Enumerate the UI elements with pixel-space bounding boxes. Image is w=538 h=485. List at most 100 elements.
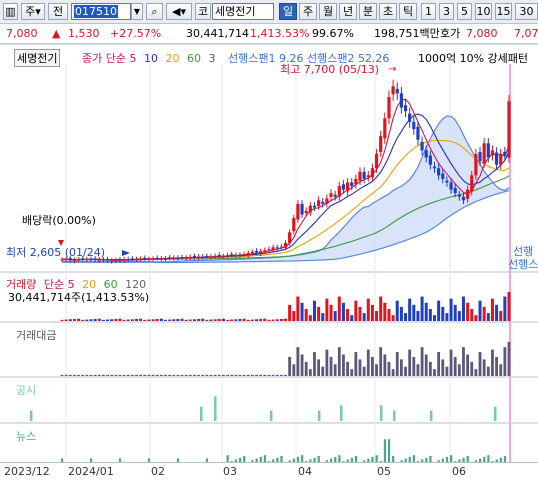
candle-body [507,101,511,158]
volume-bar [424,302,428,321]
candle-body [168,257,172,259]
volume-bar [329,304,333,321]
amount-bar [101,374,105,376]
candle-body [437,168,441,176]
amount-bar [118,374,122,376]
stock-chart-canvas[interactable]: → [0,0,538,484]
amount-bar [404,366,407,376]
candle-body [345,182,350,192]
volume-bar [366,298,370,321]
amount-bar [449,349,453,376]
volume-bar [387,308,391,321]
news-bar [450,455,453,462]
volume-bar [201,318,205,321]
candle-body [230,254,234,256]
volume-bar [159,318,163,321]
volume-bar [118,318,122,321]
amount-bar [325,349,329,376]
amount-bar [151,374,155,376]
amount-bar [188,374,192,376]
volume-bar [466,302,470,321]
amount-bar [362,366,366,376]
amount-bar [304,361,308,376]
amount-bar [73,374,76,376]
x-tick-2024-01: 2024/01 [68,465,114,478]
candle-body [134,259,139,261]
amount-bar [139,374,143,376]
volume-bar [192,319,196,321]
amount-bar [110,374,114,376]
amount-bar [159,374,163,376]
volume-bar [101,319,105,321]
candle-body [412,121,416,130]
volume-bar [64,319,68,321]
amount-bar [462,347,465,376]
amount-bar [172,374,176,376]
amount-bar [366,349,370,376]
amount-bar [271,374,275,376]
candle-body [416,126,420,140]
volume-bar [176,318,180,321]
candle-body [478,151,482,162]
amount-bar [457,364,461,376]
volume-bar [114,318,118,321]
news-bar [387,439,391,462]
disclosure-bar [380,405,383,421]
amount-bar [321,366,325,376]
candle-body [408,113,412,122]
amount-bar [313,352,316,376]
candle-body [379,136,383,152]
volume-bar [350,315,354,321]
news-bar [301,455,304,462]
ma10-label: 10 [143,52,158,65]
amount-bar [184,374,188,376]
amount-bar [106,374,109,376]
news-bar [487,455,490,462]
candle-body [453,187,457,194]
amount-bar [60,374,64,376]
amount-bar [424,354,428,376]
amount-bar [391,369,395,376]
candle-body [180,257,184,259]
candle-body [370,168,375,178]
volume-bar [259,318,263,321]
ma-legend-label: 종가 단순 [82,52,126,65]
candle-body [122,259,126,261]
volume-bar [155,318,159,321]
amount-bar [420,347,424,376]
amount-bar [441,359,445,376]
amount-bar [130,374,134,376]
disclosure-bar [340,405,343,421]
amount-bar [466,354,470,376]
volume-bar [391,315,395,321]
x-tick-2023-12: 2023/12 [4,465,50,478]
candle-body [449,182,453,190]
volume-bar [81,319,85,321]
price-panel-title: 세명전기 [14,49,61,67]
candle-body [424,150,428,158]
candle-body [151,258,155,260]
amount-bar [246,374,250,376]
volume-bar [130,319,134,321]
disclosure-bar [393,410,396,421]
candle-body [130,258,134,260]
x-tick-04: 04 [298,465,312,478]
x-tick-03: 03 [223,465,237,478]
candle-body [105,259,110,261]
candle-body [254,250,259,253]
disclosure-bar [318,410,321,421]
amount-bar [135,374,138,376]
volume-bar [143,319,147,321]
volume-bar [230,319,234,321]
volume-bar [110,319,114,321]
amount-bar [428,361,432,376]
candle-body [184,257,188,259]
volume-bar [495,304,499,321]
volume-bar [209,319,213,321]
amount-bar [222,374,225,376]
amount-bar [168,374,172,376]
volume-bar [375,311,379,321]
amount-bar [387,361,391,376]
volume-bar [437,300,441,321]
volume-bar [60,319,64,321]
